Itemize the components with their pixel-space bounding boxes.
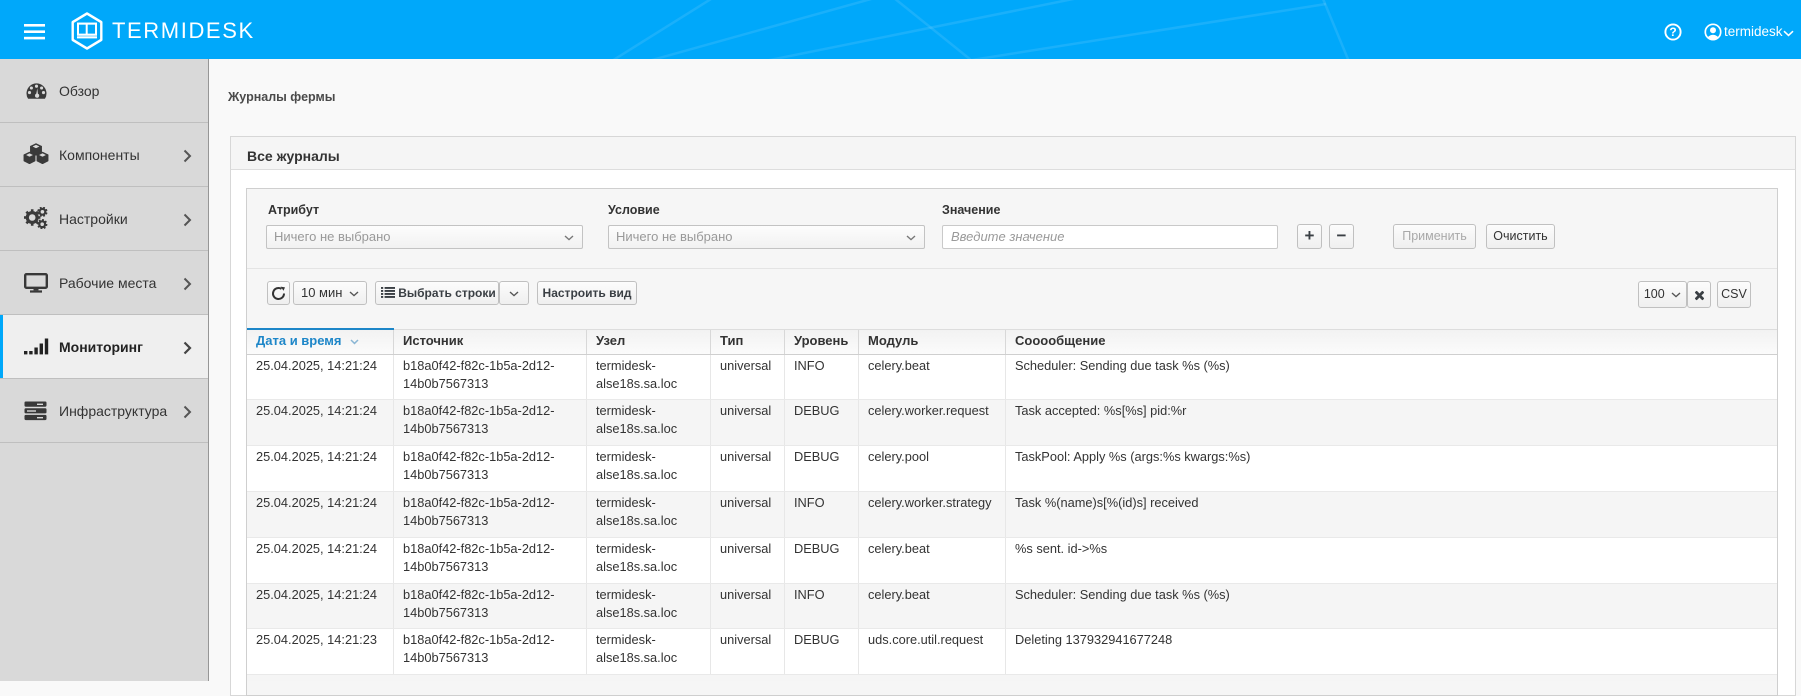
svg-text:?: ? [1669,25,1676,39]
